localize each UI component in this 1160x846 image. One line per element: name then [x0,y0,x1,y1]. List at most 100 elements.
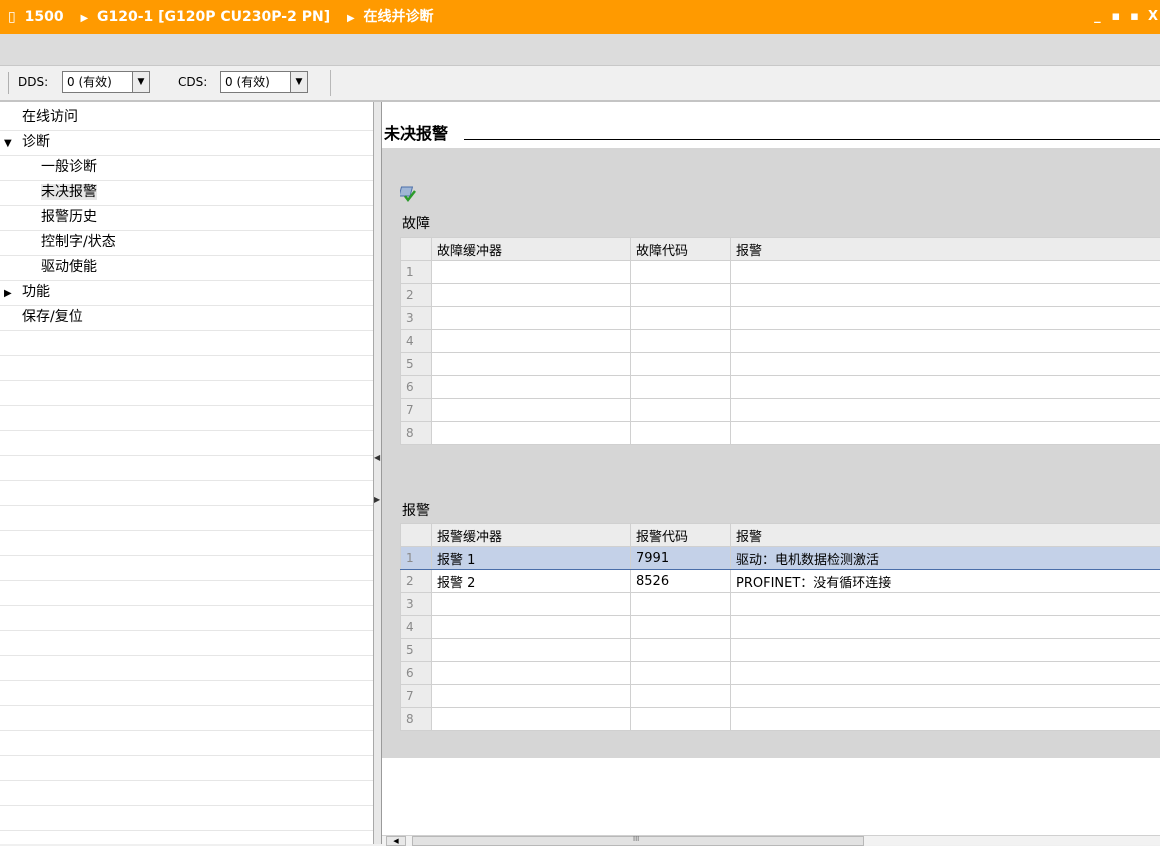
column-header-alarm[interactable]: 报警 [731,524,1160,547]
fault-buffer-cell[interactable] [432,261,631,284]
nav-item-control-status[interactable]: 控制字/状态 [0,230,373,256]
fault-code-cell[interactable] [631,307,731,330]
alarm-code-cell[interactable] [631,639,731,662]
alarm-text-cell[interactable] [731,307,1160,330]
scroll-left-icon[interactable]: ◀ [386,836,406,846]
cds-select[interactable]: 0 (有效) ▼ [220,71,308,93]
table-row[interactable]: 4 [401,330,1160,353]
alarm-text-cell[interactable] [731,708,1160,731]
nav-item-pending-alarms[interactable]: 未决报警 [0,180,373,206]
alarm-code-cell[interactable]: 7991 [631,547,731,570]
collapse-left-icon[interactable]: ◀ [374,454,380,462]
alarm-text-cell[interactable] [731,284,1160,307]
expand-arrow-icon[interactable]: ▶ [0,281,16,306]
alarm-code-cell[interactable] [631,685,731,708]
alarm-text-cell[interactable] [731,639,1160,662]
dds-select[interactable]: 0 (有效) ▼ [62,71,150,93]
scrollbar-thumb[interactable]: III [412,836,864,846]
table-row-selected[interactable]: 1 报警 1 7991 驱动：电机数据检测激活 [401,547,1160,570]
alarm-code-cell[interactable] [631,662,731,685]
table-row[interactable]: 5 [401,353,1160,376]
fault-code-cell[interactable] [631,376,731,399]
table-row[interactable]: 6 [401,662,1160,685]
breadcrumb-item-device[interactable]: G120-1 [G120P CU230P-2 PN] [97,9,330,25]
maximize-icon[interactable]: ▪ [1127,0,1141,34]
table-row[interactable]: 6 [401,376,1160,399]
refresh-icon[interactable] [400,185,418,203]
expand-right-icon[interactable]: ▶ [374,496,380,504]
alarm-code-cell[interactable] [631,708,731,731]
alarm-text-cell[interactable] [731,376,1160,399]
nav-item-online-access[interactable]: 在线访问 [0,105,373,131]
fault-buffer-cell[interactable] [432,376,631,399]
alarm-text-cell[interactable] [731,261,1160,284]
restore-icon[interactable]: ▪ [1109,0,1123,34]
chevron-down-icon[interactable]: ▼ [290,72,307,92]
nav-item-alarm-history[interactable]: 报警历史 [0,205,373,231]
table-row[interactable]: 3 [401,307,1160,330]
fault-code-cell[interactable] [631,330,731,353]
alarms-label: 报警 [402,500,430,520]
alarm-text-cell[interactable] [731,330,1160,353]
fault-buffer-cell[interactable] [432,353,631,376]
nav-item-drive-enable[interactable]: 驱动使能 [0,255,373,281]
fault-buffer-cell[interactable] [432,330,631,353]
alarm-text-cell[interactable] [731,399,1160,422]
alarm-text-cell[interactable] [731,422,1160,445]
close-icon[interactable]: X [1146,0,1160,34]
table-row[interactable]: 7 [401,399,1160,422]
alarm-buffer-cell[interactable] [432,662,631,685]
column-header-alarm[interactable]: 报警 [731,238,1160,261]
fault-buffer-cell[interactable] [432,284,631,307]
pane-splitter[interactable]: ◀ ▶ [374,102,382,844]
alarm-text-cell[interactable] [731,353,1160,376]
alarm-code-cell[interactable]: 8526 [631,570,731,593]
nav-item-functions[interactable]: ▶功能 [0,280,373,306]
alarm-buffer-cell[interactable] [432,685,631,708]
table-row[interactable]: 1 [401,261,1160,284]
alarm-buffer-cell[interactable] [432,616,631,639]
table-row[interactable]: 3 [401,593,1160,616]
fault-buffer-cell[interactable] [432,307,631,330]
alarm-text-cell[interactable] [731,616,1160,639]
column-header-alarm-buffer[interactable]: 报警缓冲器 [432,524,631,547]
table-row[interactable]: 7 [401,685,1160,708]
table-row[interactable]: 2 报警 2 8526 PROFINET：没有循环连接 [401,570,1160,593]
alarm-buffer-cell[interactable] [432,639,631,662]
breadcrumb-item-project[interactable]: 1500 [25,9,64,25]
alarm-buffer-cell[interactable]: 报警 1 [432,547,631,570]
nav-item-save-reset[interactable]: 保存/复位 [0,305,373,331]
alarm-text-cell[interactable] [731,685,1160,708]
alarm-code-cell[interactable] [631,593,731,616]
table-row[interactable]: 8 [401,708,1160,731]
column-header-fault-buffer[interactable]: 故障缓冲器 [432,238,631,261]
fault-code-cell[interactable] [631,399,731,422]
fault-code-cell[interactable] [631,284,731,307]
nav-item-label: 保存/复位 [0,309,83,325]
alarm-code-cell[interactable] [631,616,731,639]
alarm-text-cell[interactable]: 驱动：电机数据检测激活 [731,547,1160,570]
column-header-fault-code[interactable]: 故障代码 [631,238,731,261]
chevron-down-icon[interactable]: ▼ [132,72,149,92]
nav-item-general-diagnostics[interactable]: 一般诊断 [0,155,373,181]
alarm-text-cell[interactable] [731,593,1160,616]
table-row[interactable]: 5 [401,639,1160,662]
alarm-text-cell[interactable] [731,662,1160,685]
table-row[interactable]: 4 [401,616,1160,639]
fault-buffer-cell[interactable] [432,422,631,445]
nav-item-diagnostics[interactable]: ▼诊断 [0,130,373,156]
expand-arrow-icon[interactable]: ▼ [0,131,16,156]
fault-buffer-cell[interactable] [432,399,631,422]
alarm-buffer-cell[interactable] [432,708,631,731]
alarm-buffer-cell[interactable]: 报警 2 [432,570,631,593]
column-header-alarm-code[interactable]: 报警代码 [631,524,731,547]
alarm-buffer-cell[interactable] [432,593,631,616]
fault-code-cell[interactable] [631,353,731,376]
nav-empty-row [0,455,373,481]
table-row[interactable]: 2 [401,284,1160,307]
alarm-text-cell[interactable]: PROFINET：没有循环连接 [731,570,1160,593]
fault-code-cell[interactable] [631,261,731,284]
fault-code-cell[interactable] [631,422,731,445]
table-row[interactable]: 8 [401,422,1160,445]
minimize-icon[interactable]: _ [1090,0,1104,34]
